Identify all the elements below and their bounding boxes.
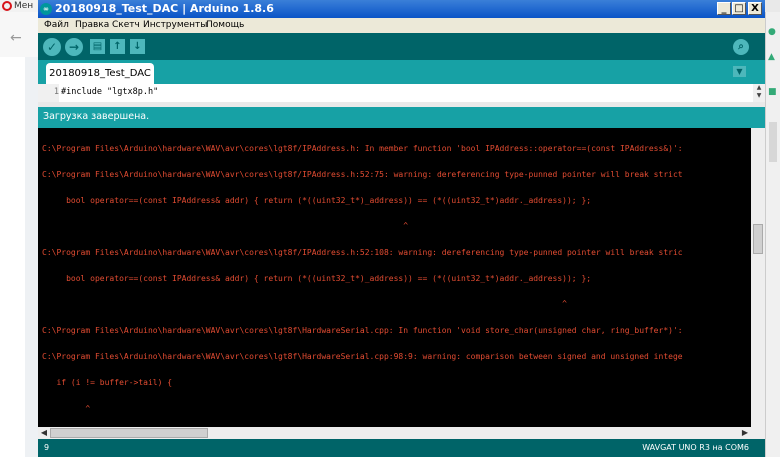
title-bar: ∞ 20180918_Test_DAC | Arduino 1.8.6 _ □ … (38, 0, 765, 18)
scrollbar-corner (751, 427, 765, 439)
maximize-button[interactable]: □ (732, 2, 746, 15)
console-line: ^ (42, 299, 567, 308)
window-title: 20180918_Test_DAC | Arduino 1.8.6 (55, 2, 274, 15)
arduino-window: ∞ 20180918_Test_DAC | Arduino 1.8.6 _ □ … (38, 0, 765, 457)
code-editor[interactable]: 1 #include "lgtx8p.h" ▲ ▼ (38, 84, 765, 102)
console-line: C:\Program Files\Arduino\hardware\WAV\av… (42, 326, 683, 335)
code-line[interactable]: #include "lgtx8p.h" (61, 84, 158, 100)
browser-extension-icon[interactable]: ▲ (768, 52, 778, 62)
close-button[interactable]: X (748, 2, 762, 15)
arduino-logo-icon: ∞ (40, 3, 52, 15)
serial-monitor-button[interactable]: ⌕ (733, 39, 749, 55)
console-vertical-scrollbar[interactable] (751, 128, 765, 427)
toolbar: ✓ → ▤ ↑ ↓ ⌕ (38, 33, 765, 60)
new-file-icon: ▤ (92, 41, 103, 52)
browser-tab[interactable]: Мен (0, 0, 41, 12)
verify-button[interactable]: ✓ (43, 38, 61, 56)
arrow-right-icon: → (68, 40, 80, 54)
menu-tools[interactable]: Инструменты (143, 20, 207, 30)
arrow-down-icon: ↓ (133, 41, 142, 52)
console-horizontal-scrollbar[interactable]: ◀ ▶ (38, 427, 751, 439)
status-message: Загрузка завершена. (43, 111, 150, 122)
board-port-label: WAVGAT UNO R3 на COM6 (642, 443, 749, 452)
open-button[interactable]: ↑ (110, 39, 125, 54)
menu-bar: Файл Правка Скетч Инструменты Помощь (38, 18, 765, 33)
save-button[interactable]: ↓ (130, 39, 145, 54)
upload-button[interactable]: → (65, 38, 83, 56)
minimize-button[interactable]: _ (717, 2, 731, 15)
tab-sketch[interactable]: 20180918_Test_DAC (46, 63, 154, 84)
status-bar: Загрузка завершена. (38, 107, 765, 128)
scroll-right-icon[interactable]: ▶ (740, 427, 750, 439)
browser-extension-icon[interactable]: ● (768, 27, 778, 37)
browser-scrollbar-thumb[interactable] (769, 122, 777, 162)
menu-edit[interactable]: Правка (75, 20, 109, 30)
opera-logo-icon (2, 1, 12, 11)
horizontal-scroll-thumb[interactable] (50, 428, 208, 438)
console-line: bool operator==(const IPAddress& addr) {… (42, 274, 592, 283)
scroll-left-icon[interactable]: ◀ (39, 427, 49, 439)
console-scroll-thumb[interactable] (753, 224, 763, 254)
console-line: ^ (42, 404, 91, 413)
browser-page-right: ● ▲ ■ (765, 12, 780, 457)
check-icon: ✓ (46, 40, 58, 54)
triangle-down-icon: ▼ (736, 67, 743, 76)
menu-help[interactable]: Помощь (206, 20, 244, 30)
console-line: bool operator==(const IPAddress& addr) {… (42, 196, 592, 205)
line-number: 1 (38, 84, 59, 102)
console-line: C:\Program Files\Arduino\hardware\WAV\av… (42, 248, 683, 257)
console-line: C:\Program Files\Arduino\hardware\WAV\av… (42, 352, 683, 361)
cursor-line-number: 9 (44, 443, 50, 452)
footer-bar: 9 WAVGAT UNO R3 на COM6 (38, 439, 765, 457)
browser-page-left (0, 57, 40, 457)
console-output[interactable]: C:\Program Files\Arduino\hardware\WAV\av… (38, 128, 751, 427)
browser-tab-label: Мен (14, 1, 34, 11)
tab-menu-button[interactable]: ▼ (733, 66, 746, 77)
console-line: C:\Program Files\Arduino\hardware\WAV\av… (42, 170, 683, 179)
new-button[interactable]: ▤ (90, 39, 105, 54)
browser-extension-icon[interactable]: ■ (768, 87, 778, 97)
browser-nav: ← (0, 12, 40, 58)
console-line: C:\Program Files\Arduino\hardware\WAV\av… (42, 144, 683, 153)
tab-bar: 20180918_Test_DAC ▼ (38, 60, 765, 84)
arrow-up-icon: ↑ (113, 41, 122, 52)
back-arrow-icon[interactable]: ← (10, 30, 22, 46)
magnifier-icon: ⌕ (738, 41, 744, 52)
menu-sketch[interactable]: Скетч (112, 20, 140, 30)
menu-file[interactable]: Файл (44, 20, 69, 30)
console-line: if (i != buffer->tail) { (42, 378, 173, 387)
editor-scrollbar[interactable]: ▲ ▼ (753, 84, 765, 102)
console-line: ^ (42, 221, 409, 230)
